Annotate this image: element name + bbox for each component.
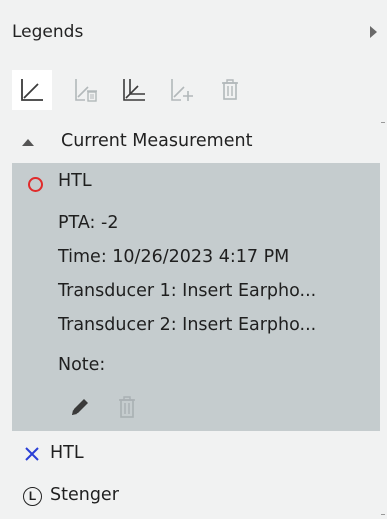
trash-icon[interactable] <box>116 395 138 419</box>
transducer-2: Transducer 2: Insert Earpho... <box>58 315 317 335</box>
pta-value: PTA: -2 <box>58 213 119 233</box>
chart-overlay-icon <box>123 79 145 101</box>
scroll-up-icon[interactable] <box>381 122 385 127</box>
current-measurement-header[interactable]: Current Measurement <box>0 124 380 160</box>
triangle-right-icon[interactable] <box>370 26 377 38</box>
panel-title: Legends <box>12 22 84 42</box>
measurement-name: HTL <box>58 171 92 191</box>
triangle-up-icon[interactable] <box>22 139 34 146</box>
trash-button[interactable] <box>210 70 250 110</box>
chart-line-icon <box>21 79 43 101</box>
chart-add-icon <box>171 79 193 101</box>
x-icon <box>25 447 39 461</box>
trash-icon <box>222 79 238 100</box>
transducer-1: Transducer 1: Insert Earpho... <box>58 281 317 301</box>
chart-add-button[interactable] <box>162 70 202 110</box>
circle-l-icon: L <box>23 487 42 506</box>
time-value: Time: 10/26/2023 4:17 PM <box>58 247 290 267</box>
note-label: Note: <box>58 355 106 375</box>
legend-item-stenger[interactable]: L Stenger <box>0 478 380 514</box>
legend-item-label: HTL <box>50 443 84 463</box>
current-measurement-card[interactable]: HTL PTA: -2 Time: 10/26/2023 4:17 PM Tra… <box>12 163 380 431</box>
chart-delete-icon <box>75 79 97 102</box>
section-label: Current Measurement <box>61 131 253 151</box>
vertical-scrollbar[interactable] <box>380 118 387 519</box>
legend-toolbar <box>12 70 272 110</box>
chart-delete-button[interactable] <box>66 70 106 110</box>
chart-overlay-button[interactable] <box>114 70 154 110</box>
pencil-icon[interactable] <box>68 395 92 419</box>
legend-item-label: Stenger <box>50 485 119 505</box>
legends-header: Legends <box>0 0 387 60</box>
legend-item-htl[interactable]: HTL <box>0 436 380 472</box>
circle-marker-icon <box>28 177 43 192</box>
scroll-down-icon[interactable] <box>381 510 385 515</box>
chart-line-button[interactable] <box>12 70 52 110</box>
